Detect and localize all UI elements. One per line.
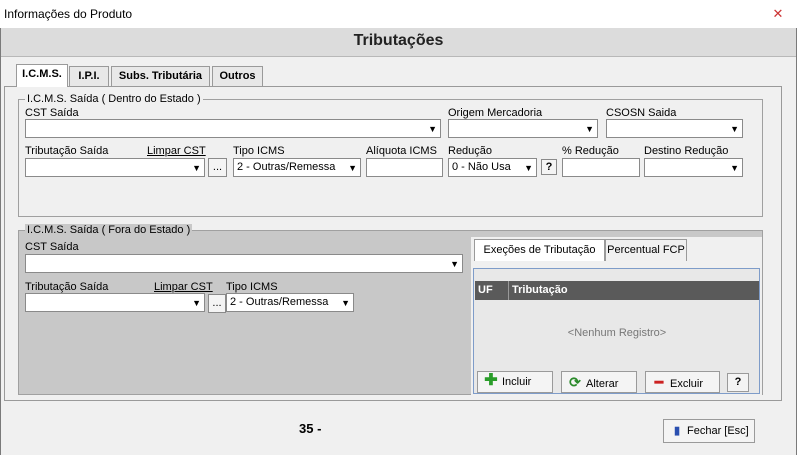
- fechar-label: Fechar [Esc]: [687, 425, 749, 437]
- tab-percentual-fcp[interactable]: Percentual FCP: [605, 239, 687, 261]
- tipo-icms-value: 2 - Outras/Remessa: [237, 161, 336, 173]
- grid-help-button[interactable]: ?: [727, 373, 749, 392]
- grid-header: UF Tributação: [475, 281, 759, 300]
- door-exit-icon: ▮: [673, 425, 681, 437]
- incluir-label: Incluir: [502, 376, 532, 388]
- tipo-icms-select[interactable]: 2 - Outras/Remessa ▼: [233, 158, 361, 177]
- incluir-button[interactable]: ✚ Incluir: [477, 371, 553, 393]
- grid-col-tributacao[interactable]: Tributação: [512, 284, 568, 296]
- chevron-down-icon: ▼: [450, 259, 459, 269]
- page-title: Tributações: [353, 32, 444, 49]
- chevron-down-icon: ▼: [730, 163, 739, 173]
- window-title: Informações do Produto: [4, 7, 133, 21]
- perc-reducao-input[interactable]: [562, 158, 640, 177]
- tab-subs-tributaria[interactable]: Subs. Tributária: [111, 66, 210, 86]
- reducao-value: 0 - Não Usa: [452, 161, 511, 173]
- trib-saida-select[interactable]: ▼: [25, 158, 205, 177]
- grid-body[interactable]: <Nenhum Registro>: [475, 300, 759, 366]
- chevron-down-icon: ▼: [428, 124, 437, 134]
- chevron-down-icon: ▼: [341, 298, 350, 308]
- group-fora-legend: I.C.M.S. Saída ( Fora do Estado ): [25, 224, 193, 236]
- tipo-icms-label: Tipo ICMS: [233, 145, 285, 157]
- grid-empty-text: <Nenhum Registro>: [567, 327, 667, 339]
- alterar-button[interactable]: ⟳ Alterar: [561, 371, 637, 393]
- trib-saida-label: Tributação Saída: [25, 145, 109, 157]
- page-header: Tributações: [1, 28, 796, 57]
- tab-outros[interactable]: Outros: [212, 66, 263, 86]
- refresh-icon: ⟳: [569, 374, 581, 390]
- grid-col-divider: [508, 281, 509, 300]
- tab-ipi[interactable]: I.P.I.: [69, 66, 109, 86]
- reducao-select[interactable]: 0 - Não Usa ▼: [448, 158, 537, 177]
- record-counter: 35 -: [299, 421, 322, 436]
- fora-tipo-icms-select[interactable]: 2 - Outras/Remessa ▼: [226, 293, 354, 312]
- limpar-cst-link[interactable]: Limpar CST: [147, 145, 206, 157]
- aliquota-label: Alíquota ICMS: [366, 145, 437, 157]
- origem-select[interactable]: ▼: [448, 119, 598, 138]
- chevron-down-icon: ▼: [524, 163, 533, 173]
- window-titlebar: Informações do Produto ✕: [0, 0, 797, 28]
- fora-ellipsis-button[interactable]: ...: [208, 294, 226, 313]
- excluir-label: Excluir: [670, 378, 704, 390]
- origem-label: Origem Mercadoria: [448, 107, 543, 119]
- cst-saida-select[interactable]: ▼: [25, 119, 441, 138]
- fora-trib-saida-label: Tributação Saída: [25, 281, 109, 293]
- minus-icon: ━: [654, 374, 664, 390]
- destino-reducao-label: Destino Redução: [644, 145, 729, 157]
- chevron-down-icon: ▼: [192, 163, 201, 173]
- fora-trib-saida-select[interactable]: ▼: [25, 293, 205, 312]
- cst-saida-label: CST Saída: [25, 107, 79, 119]
- fora-cst-saida-label: CST Saída: [25, 241, 79, 253]
- close-icon[interactable]: ✕: [770, 6, 786, 22]
- group-dentro-legend: I.C.M.S. Saída ( Dentro do Estado ): [25, 93, 203, 105]
- fora-cst-saida-select[interactable]: ▼: [25, 254, 463, 273]
- tab-excecoes[interactable]: Exeções de Tributação: [474, 239, 605, 261]
- reducao-label: Redução: [448, 145, 493, 157]
- csosn-select[interactable]: ▼: [606, 119, 743, 138]
- fora-limpar-cst-link[interactable]: Limpar CST: [154, 281, 213, 293]
- excluir-button[interactable]: ━ Excluir: [645, 371, 720, 393]
- add-icon: ✚: [484, 372, 498, 389]
- chevron-down-icon: ▼: [348, 163, 357, 173]
- perc-reducao-label: % Redução: [562, 145, 619, 157]
- fora-tipo-icms-value: 2 - Outras/Remessa: [230, 296, 329, 308]
- tab-icms[interactable]: I.C.M.S.: [16, 64, 68, 87]
- chevron-down-icon: ▼: [730, 124, 739, 134]
- fora-tipo-icms-label: Tipo ICMS: [226, 281, 278, 293]
- ellipsis-button[interactable]: ...: [208, 158, 227, 177]
- grid-col-uf[interactable]: UF: [478, 284, 493, 296]
- csosn-label: CSOSN Saida: [606, 107, 677, 119]
- aliquota-input[interactable]: [366, 158, 443, 177]
- destino-reducao-select[interactable]: ▼: [644, 158, 743, 177]
- chevron-down-icon: ▼: [192, 298, 201, 308]
- fechar-button[interactable]: ▮ Fechar [Esc]: [663, 419, 755, 443]
- help-button[interactable]: ?: [541, 159, 557, 175]
- alterar-label: Alterar: [586, 378, 619, 390]
- chevron-down-icon: ▼: [585, 124, 594, 134]
